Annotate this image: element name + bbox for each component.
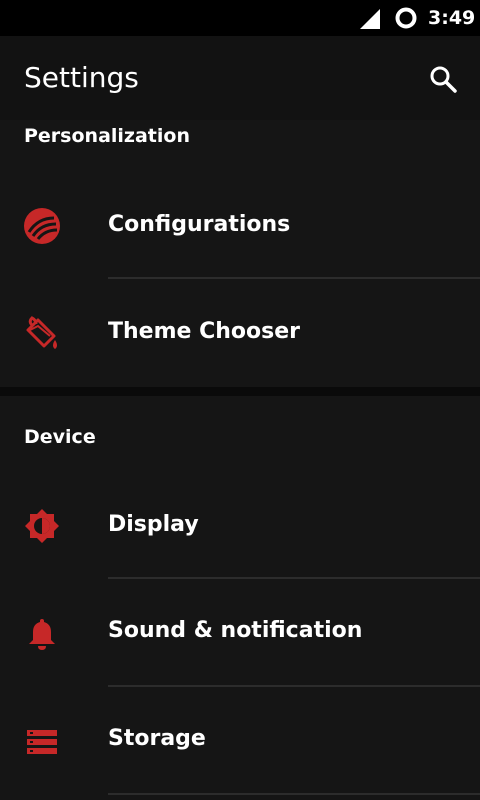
settings-item-sound-notification[interactable]: Sound & notification [0,580,480,688]
divider [108,685,480,687]
brightness-icon [25,509,59,543]
bell-icon [29,619,55,650]
section-header: Personalization [24,125,190,147]
page-title: Settings [24,61,139,94]
settings-item-label: Sound & notification [108,618,363,643]
signal-icon [360,9,380,29]
paint-bucket-icon [26,316,57,349]
storage-icon [27,730,57,754]
search-icon[interactable] [428,64,458,94]
settings-item-configurations[interactable]: Configurations [0,172,480,280]
settings-item-display[interactable]: Display [0,472,480,580]
divider [108,577,480,579]
settings-item-label: Storage [108,726,206,751]
settings-item-label: Theme Chooser [108,319,300,344]
settings-item-theme-chooser[interactable]: Theme Chooser [0,280,480,388]
divider [108,793,480,795]
configurations-icon [24,208,60,244]
settings-item-storage[interactable]: Storage [0,688,480,796]
section-device: Device Display Sound & notification Stor… [0,396,480,800]
sync-circle-icon [395,7,417,29]
section-personalization: Personalization Configurations Theme Cho… [0,120,480,387]
status-time: 3:49 [428,7,476,29]
settings-item-label: Configurations [108,212,291,237]
section-header: Device [24,426,96,448]
divider [108,277,480,279]
settings-item-label: Display [108,512,199,537]
app-bar: Settings [0,36,480,120]
status-bar: 3:49 [0,0,480,36]
